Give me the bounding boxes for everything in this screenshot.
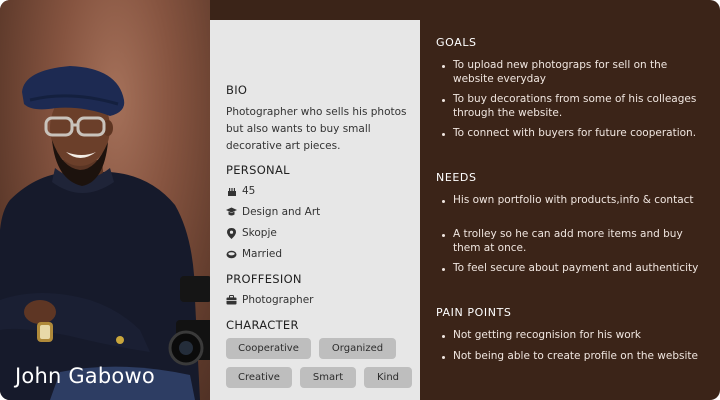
- goals-needs-panel: GOALS To upload new photograps for sell …: [420, 0, 720, 400]
- need-item: To feel secure about payment and authent…: [442, 262, 704, 276]
- trait-chip-organized: Organized: [319, 338, 396, 359]
- bullet: [442, 99, 445, 102]
- pain-point-text: Not getting recognision for his work: [453, 329, 642, 341]
- location-pin-icon: [226, 227, 237, 239]
- need-text: A trolley so he can add more items and b…: [453, 228, 683, 254]
- goals-title: GOALS: [436, 36, 477, 49]
- bio-text: Photographer who sells his photos but al…: [226, 106, 407, 152]
- briefcase-icon: [226, 295, 237, 306]
- portrait-illustration: [0, 66, 210, 400]
- bullet: [442, 335, 445, 338]
- need-text: To feel secure about payment and authent…: [453, 262, 699, 274]
- bullet: [442, 356, 445, 359]
- goal-item: To upload new photograps for sell on the…: [442, 59, 704, 86]
- profession-row: Photographer: [226, 293, 313, 307]
- profession-label: Photographer: [242, 294, 314, 306]
- goal-item: To buy decorations from some of his coll…: [442, 93, 704, 120]
- goal-item: To connect with buyers for future cooper…: [442, 127, 704, 141]
- graduation-cap-icon: [226, 207, 237, 218]
- bullet: [442, 268, 445, 271]
- personal-title: PERSONAL: [226, 163, 290, 177]
- persona-photo: John Gabowo: [0, 0, 210, 400]
- trait-chip-cooperative: Cooperative: [226, 338, 311, 359]
- character-title: CHARACTER: [226, 318, 299, 332]
- goal-text: To buy decorations from some of his coll…: [453, 93, 697, 119]
- pain-point-item: Not getting recognision for his work: [442, 329, 704, 343]
- bullet: [442, 65, 445, 68]
- personal-location: Skopje: [242, 227, 277, 239]
- need-item: His own portfolio with products,info & c…: [442, 194, 704, 208]
- needs-title: NEEDS: [436, 171, 477, 184]
- goal-text: To upload new photograps for sell on the…: [453, 59, 668, 85]
- bio-title: BIO: [226, 83, 248, 97]
- persona-name: John Gabowo: [15, 364, 155, 388]
- trait-chip-kind: Kind: [364, 367, 412, 388]
- pain-point-item: Not being able to create profile on the …: [442, 350, 704, 364]
- profession-title: PROFFESION: [226, 272, 302, 286]
- personal-status-row: Married: [226, 247, 282, 261]
- profile-details-panel: BIO Photographer who sells his photos bu…: [210, 20, 420, 400]
- personal-age: 45: [242, 185, 256, 197]
- cake-icon: [226, 186, 237, 197]
- need-text: His own portfolio with products,info & c…: [453, 194, 694, 206]
- personal-marital-status: Married: [242, 248, 282, 260]
- pain-point-text: Not being able to create profile on the …: [453, 350, 698, 362]
- personal-age-row: 45: [226, 184, 255, 198]
- personal-education: Design and Art: [242, 206, 321, 218]
- persona-card: John Gabowo BIO Photographer who sells h…: [0, 0, 720, 400]
- pain-points-title: PAIN POINTS: [436, 306, 512, 319]
- bullet: [442, 133, 445, 136]
- bullet: [442, 200, 445, 203]
- bullet: [442, 234, 445, 237]
- trait-chip-smart: Smart: [300, 367, 356, 388]
- personal-education-row: Design and Art: [226, 205, 320, 219]
- rings-icon: [226, 249, 237, 260]
- need-item: A trolley so he can add more items and b…: [442, 228, 704, 255]
- personal-location-row: Skopje: [226, 226, 277, 240]
- goal-text: To connect with buyers for future cooper…: [453, 127, 697, 139]
- trait-chip-creative: Creative: [226, 367, 292, 388]
